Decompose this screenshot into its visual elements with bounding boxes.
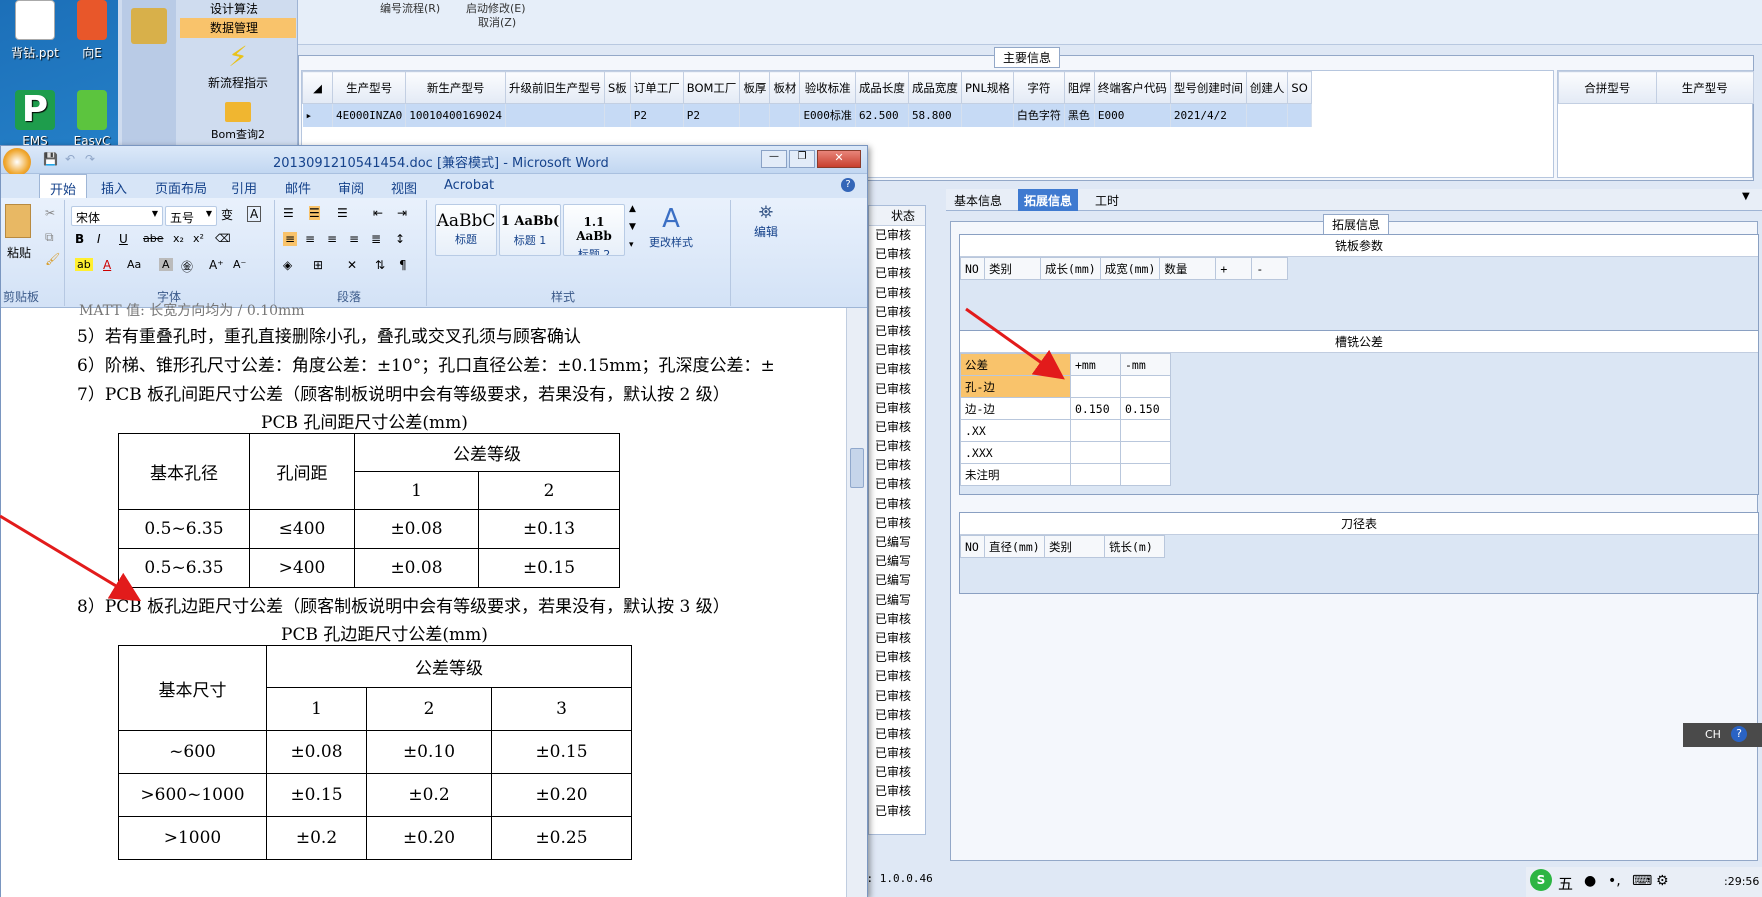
annotation-arrows <box>0 307 1065 602</box>
red-arrow-tolerance <box>965 307 1065 380</box>
red-arrow-document <box>0 514 142 602</box>
